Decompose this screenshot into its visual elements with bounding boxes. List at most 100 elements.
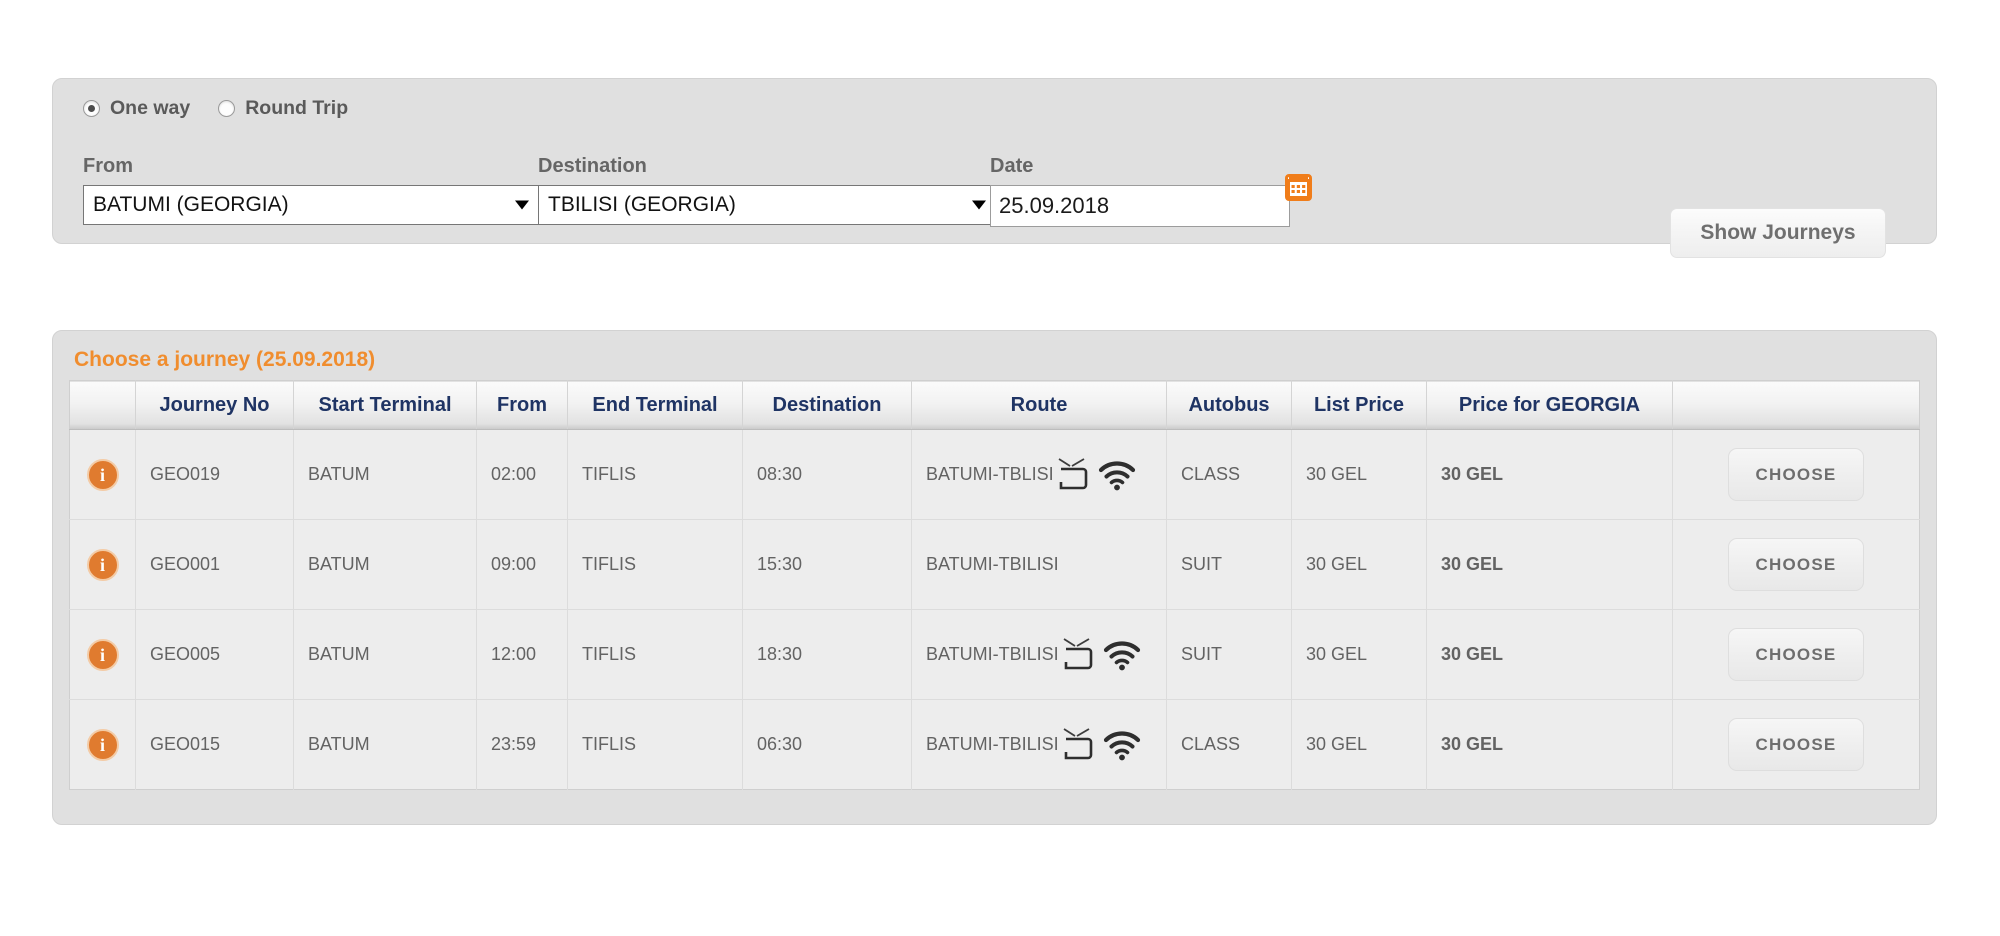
cell-list-price: 30 GEL xyxy=(1291,609,1427,700)
table-row: GEO019BATUM02:00TIFLIS08:30 BATUMI-TBLISI… xyxy=(69,429,1920,520)
choose-button[interactable]: CHOOSE xyxy=(1728,538,1864,591)
search-panel: One way Round Trip From BATUMI (GEORGIA)… xyxy=(52,78,1937,244)
th-choose xyxy=(1672,380,1920,430)
show-journeys-button[interactable]: Show Journeys xyxy=(1670,208,1886,258)
cell-price-georgia: 30 GEL xyxy=(1426,429,1673,520)
journeys-table-body: GEO019BATUM02:00TIFLIS08:30BATUMI-TBLISI… xyxy=(69,429,1920,790)
cell-list-price: 30 GEL xyxy=(1291,699,1427,790)
cell-destination: 15:30 xyxy=(742,519,912,610)
from-select[interactable]: BATUMI (GEORGIA) xyxy=(83,185,541,225)
radio-round-trip-icon[interactable] xyxy=(218,100,236,117)
cell-from: 02:00 xyxy=(476,429,568,520)
info-icon[interactable] xyxy=(86,638,119,671)
cell-start-terminal: BATUM xyxy=(293,609,477,700)
route-amenity-icons xyxy=(1062,727,1141,762)
date-label: Date xyxy=(990,155,1034,177)
results-panel: Choose a journey (25.09.2018) Journey No… xyxy=(52,330,1937,825)
chevron-down-icon[interactable] xyxy=(515,200,529,210)
route-label: BATUMI-TBILISI xyxy=(926,734,1059,754)
cell-destination: 06:30 xyxy=(742,699,912,790)
date-input[interactable] xyxy=(990,185,1290,227)
th-info xyxy=(69,380,136,430)
destination-field: Destination TBILISI (GEORGIA) xyxy=(538,155,998,225)
th-price-georgia: Price for GEORGIA xyxy=(1426,380,1673,430)
cell-autobus: SUIT xyxy=(1166,519,1292,610)
route-amenity-icons xyxy=(1057,457,1136,492)
table-row: GEO005BATUM12:00TIFLIS18:30 BATUMI-TBILIS… xyxy=(69,609,1920,700)
date-input-wrap xyxy=(990,174,1312,227)
info-icon[interactable] xyxy=(86,728,119,761)
cell-from: 12:00 xyxy=(476,609,568,700)
cell-autobus: CLASS xyxy=(1166,699,1292,790)
route-label: BATUMI-TBILISI xyxy=(926,554,1059,574)
trip-type-round-trip-label: Round Trip xyxy=(245,97,349,119)
cell-destination: 08:30 xyxy=(742,429,912,520)
trip-type-one-way-label: One way xyxy=(110,97,191,119)
th-autobus: Autobus xyxy=(1166,380,1292,430)
chevron-down-icon[interactable] xyxy=(972,200,986,210)
cell-destination: 18:30 xyxy=(742,609,912,700)
cell-journey-no: GEO001 xyxy=(135,519,294,610)
cell-choose: CHOOSE xyxy=(1672,609,1920,700)
info-icon[interactable] xyxy=(86,548,119,581)
th-start-terminal: Start Terminal xyxy=(293,380,477,430)
wifi-icon-svg xyxy=(1103,731,1140,760)
cell-end-terminal: TIFLIS xyxy=(567,699,743,790)
route-label: BATUMI-TBILISI xyxy=(926,644,1059,664)
calendar-icon[interactable] xyxy=(1285,174,1312,201)
destination-select[interactable]: TBILISI (GEORGIA) xyxy=(538,185,998,225)
wifi-icon xyxy=(1103,638,1141,672)
page-root: One way Round Trip From BATUMI (GEORGIA)… xyxy=(0,0,2000,936)
wifi-icon xyxy=(1098,458,1136,492)
cell-route: BATUMI-TBILISI xyxy=(911,699,1167,790)
tv-icon-svg xyxy=(1063,727,1092,759)
journeys-header-row: Journey No Start Terminal From End Termi… xyxy=(69,380,1920,430)
tv-icon xyxy=(1062,637,1102,672)
cell-from: 23:59 xyxy=(476,699,568,790)
cell-price-georgia: 30 GEL xyxy=(1426,699,1673,790)
cell-end-terminal: TIFLIS xyxy=(567,429,743,520)
cell-start-terminal: BATUM xyxy=(293,519,477,610)
info-icon[interactable] xyxy=(86,458,119,491)
cell-autobus: CLASS xyxy=(1166,429,1292,520)
cell-info xyxy=(69,429,136,520)
cell-choose: CHOOSE xyxy=(1672,699,1920,790)
wifi-icon-svg xyxy=(1103,641,1140,670)
results-title: Choose a journey (25.09.2018) xyxy=(74,348,376,371)
destination-select-value: TBILISI (GEORGIA) xyxy=(548,193,736,216)
cell-autobus: SUIT xyxy=(1166,609,1292,700)
cell-start-terminal: BATUM xyxy=(293,429,477,520)
route-label: BATUMI-TBLISI xyxy=(926,464,1054,484)
cell-end-terminal: TIFLIS xyxy=(567,609,743,700)
th-from: From xyxy=(476,380,568,430)
choose-button[interactable]: CHOOSE xyxy=(1728,628,1864,681)
cell-info xyxy=(69,519,136,610)
cell-end-terminal: TIFLIS xyxy=(567,519,743,610)
wifi-icon xyxy=(1103,728,1141,762)
from-field: From BATUMI (GEORGIA) xyxy=(83,155,541,225)
th-journey-no: Journey No xyxy=(135,380,294,430)
th-end-terminal: End Terminal xyxy=(567,380,743,430)
choose-button[interactable]: CHOOSE xyxy=(1728,448,1864,501)
choose-button[interactable]: CHOOSE xyxy=(1728,718,1864,771)
radio-one-way-icon[interactable] xyxy=(83,100,100,117)
tv-icon-svg xyxy=(1063,637,1092,669)
cell-choose: CHOOSE xyxy=(1672,519,1920,610)
cell-start-terminal: BATUM xyxy=(293,699,477,790)
table-row: GEO015BATUM23:59TIFLIS06:30 BATUMI-TBILIS… xyxy=(69,699,1920,790)
trip-type-one-way[interactable]: One way xyxy=(83,97,190,120)
table-row: GEO001BATUM09:00TIFLIS15:30 BATUMI-TBILIS… xyxy=(69,519,1920,610)
cell-route: BATUMI-TBILISI xyxy=(911,609,1167,700)
cell-route: BATUMI-TBILISI xyxy=(911,519,1167,610)
journeys-table: Journey No Start Terminal From End Termi… xyxy=(69,380,1920,790)
cell-price-georgia: 30 GEL xyxy=(1426,609,1673,700)
th-list-price: List Price xyxy=(1291,380,1427,430)
tv-icon xyxy=(1062,727,1102,762)
trip-type-round-trip[interactable]: Round Trip xyxy=(218,97,348,120)
journeys-table-head: Journey No Start Terminal From End Termi… xyxy=(69,380,1920,430)
cell-choose: CHOOSE xyxy=(1672,429,1920,520)
cell-journey-no: GEO019 xyxy=(135,429,294,520)
date-field: Date xyxy=(990,155,1312,227)
from-select-value: BATUMI (GEORGIA) xyxy=(93,193,289,216)
trip-type-group: One way Round Trip xyxy=(83,97,376,120)
